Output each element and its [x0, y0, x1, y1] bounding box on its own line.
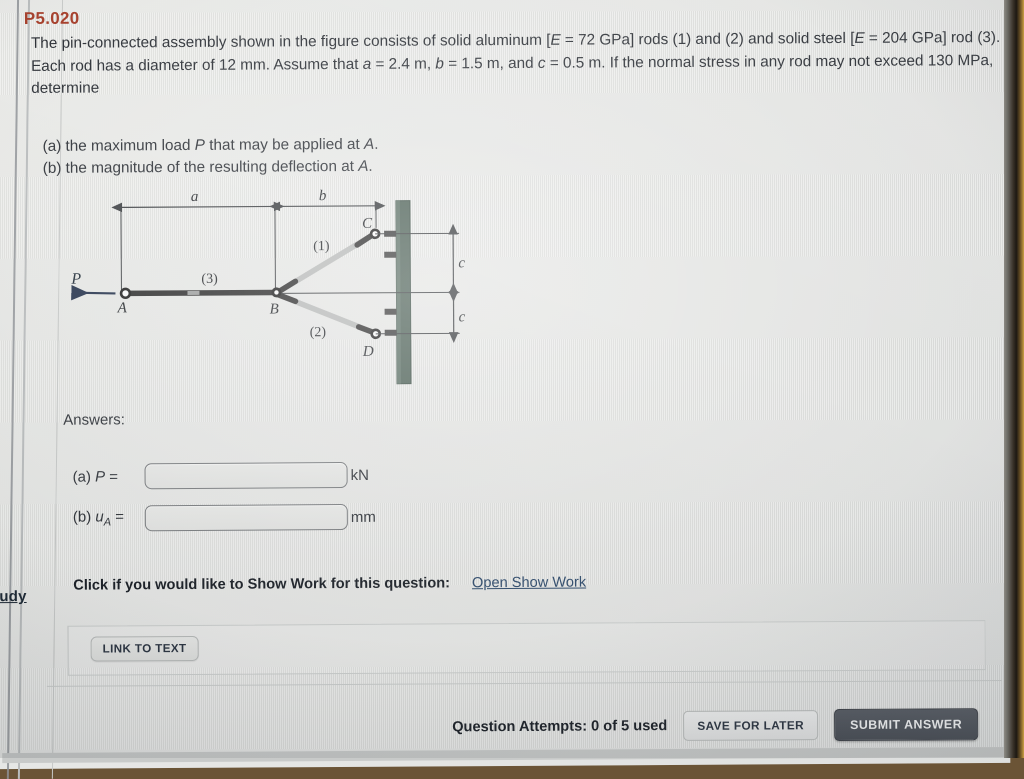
- bracket-d-top: [385, 309, 397, 315]
- save-for-later-button[interactable]: SAVE FOR LATER: [683, 710, 818, 741]
- dimension-line-a: [121, 206, 275, 207]
- extension-line-c-top: [375, 233, 459, 234]
- answer-b-symbol: u: [95, 508, 103, 525]
- subquestion-b-end: .: [368, 157, 372, 174]
- extension-line-c-bottom: [376, 333, 460, 334]
- answer-a-prefix: (a): [73, 468, 96, 485]
- load-label-p: P: [70, 271, 81, 288]
- pin-joint-b: [273, 289, 280, 296]
- bracket-c-bottom: [384, 252, 396, 258]
- statement-seg-2: = 72 GPa] rods (1) and (2) and solid ste…: [561, 30, 855, 49]
- statement-var-a: a: [363, 55, 372, 72]
- rod-2-end-d: [359, 327, 372, 332]
- joint-label-b: B: [270, 301, 279, 317]
- extension-line-c-mid: [281, 292, 459, 293]
- subquestion-b-text: (b) the magnitude of the resulting defle…: [43, 157, 359, 176]
- dimension-label-c-upper: c: [458, 255, 465, 271]
- dimension-label-a: a: [191, 189, 199, 205]
- statement-var-E1: E: [550, 32, 560, 49]
- answer-a-label: (a) P =: [73, 468, 145, 485]
- subquestion-a-symbol2: A: [364, 136, 374, 153]
- extension-line-a-right: [275, 206, 276, 292]
- show-work-row: Click if you would like to Show Work for…: [73, 575, 586, 594]
- rod-2-label: (2): [310, 325, 327, 340]
- assembly-diagram-svg: a b (3) (1) (2): [59, 183, 480, 401]
- sidebar-clipped-link[interactable]: udy: [0, 588, 27, 605]
- subquestion-list: (a) the maximum load P that may be appli…: [43, 134, 379, 179]
- answer-a-equals: =: [105, 468, 118, 485]
- dimension-label-b: b: [319, 188, 327, 204]
- joint-label-c: C: [362, 216, 373, 232]
- assembly-figure: a b (3) (1) (2): [59, 183, 480, 401]
- bracket-d-bottom: [385, 330, 397, 336]
- answer-a-symbol: P: [95, 468, 105, 485]
- joint-label-a: A: [117, 300, 128, 316]
- answer-a-unit: kN: [351, 466, 369, 483]
- show-work-prompt: Click if you would like to Show Work for…: [73, 575, 450, 593]
- link-to-text-button[interactable]: LINK TO TEXT: [91, 636, 199, 662]
- answer-b-prefix: (b): [73, 509, 96, 526]
- dimension-line-b: [279, 206, 376, 207]
- rod-1-end-c: [357, 236, 371, 245]
- subquestion-a-symbol: P: [195, 137, 205, 154]
- panel-edge-line-mid: [18, 0, 30, 779]
- answer-b-equals: =: [111, 508, 124, 525]
- answer-row-a: (a) P = kN: [73, 462, 369, 490]
- statement-seg-5: = 1.5 m, and: [444, 54, 538, 72]
- answer-a-input[interactable]: [145, 462, 348, 489]
- subquestion-a-end: .: [374, 136, 378, 153]
- rod-3-label: (3): [201, 272, 218, 287]
- question-footer: Question Attempts: 0 of 5 used SAVE FOR …: [2, 708, 1002, 746]
- photographed-monitor: udy P5.020 The pin-connected assembly sh…: [0, 0, 1024, 758]
- link-to-text-panel: LINK TO TEXT: [67, 620, 985, 676]
- statement-seg-4: = 2.4 m,: [371, 55, 435, 72]
- answers-heading: Answers:: [63, 411, 125, 428]
- attempts-counter: Question Attempts: 0 of 5 used: [452, 718, 667, 735]
- panel-edge-line-outer: [7, 0, 19, 779]
- pin-joint-a: [121, 289, 130, 298]
- statement-var-b: b: [435, 55, 444, 72]
- statement-seg-1: The pin-connected assembly shown in the …: [31, 32, 551, 52]
- panel-divider: [47, 680, 1002, 687]
- subquestion-a-text: (a) the maximum load: [43, 137, 195, 155]
- subquestion-b: (b) the magnitude of the resulting defle…: [43, 155, 379, 179]
- subquestion-a: (a) the maximum load P that may be appli…: [43, 134, 379, 158]
- browser-page: udy P5.020 The pin-connected assembly sh…: [0, 0, 1024, 761]
- answer-row-b: (b) uA = mm: [73, 504, 376, 532]
- rod-1-label: (1): [313, 239, 330, 254]
- question-statement: The pin-connected assembly shown in the …: [31, 27, 1003, 100]
- dimension-label-c-lower: c: [459, 309, 466, 325]
- subquestion-b-symbol: A: [358, 157, 368, 174]
- answer-b-input[interactable]: [145, 504, 348, 531]
- answer-b-unit: mm: [351, 508, 376, 525]
- monitor-bezel-right: [1004, 0, 1024, 758]
- open-show-work-link[interactable]: Open Show Work: [472, 575, 586, 592]
- question-id: P5.020: [24, 9, 80, 29]
- submit-answer-button[interactable]: SUBMIT ANSWER: [834, 708, 978, 741]
- answer-b-label: (b) uA =: [73, 508, 145, 528]
- subquestion-a-text2: that may be applied at: [205, 136, 364, 154]
- extension-line-a-left: [121, 207, 122, 293]
- statement-var-E2: E: [854, 30, 864, 47]
- joint-label-d: D: [362, 344, 374, 360]
- load-arrow-p: [73, 292, 115, 293]
